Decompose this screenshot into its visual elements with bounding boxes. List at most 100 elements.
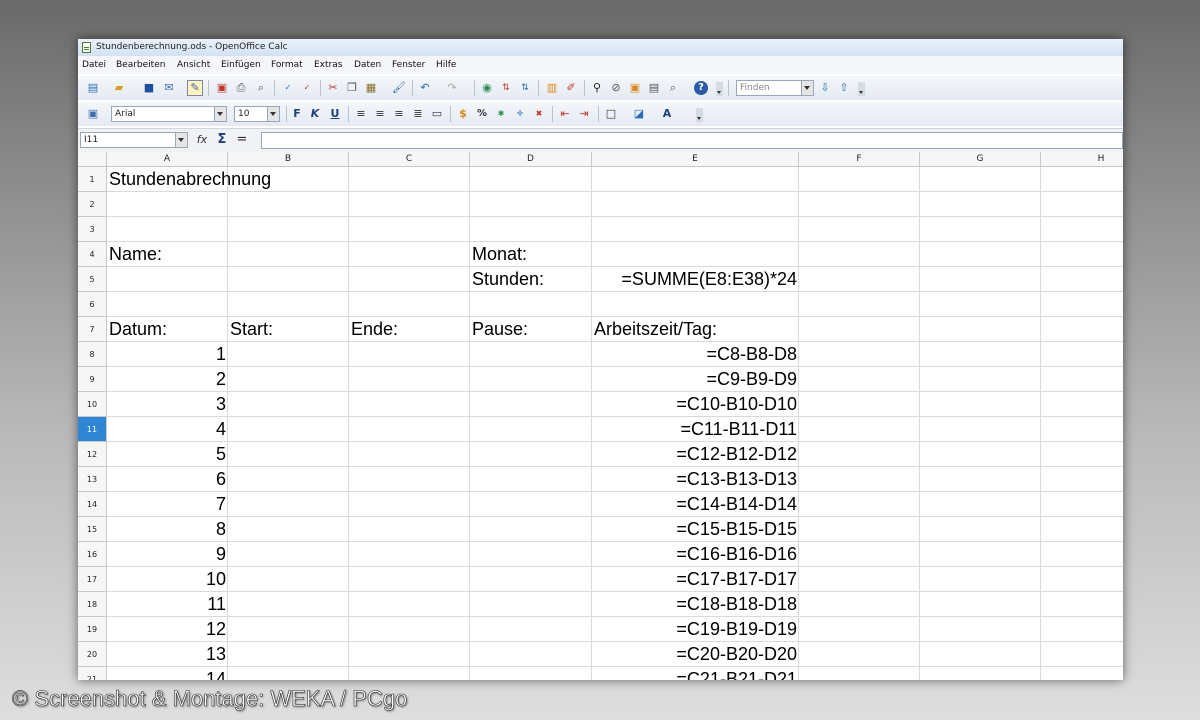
cell-datum[interactable]: 1 xyxy=(107,342,228,367)
cell-arbeitszeit[interactable]: =C13-B13-D13 xyxy=(592,467,799,492)
underline-button[interactable]: U xyxy=(328,107,342,121)
decrease-indent-icon[interactable]: ⇤ xyxy=(558,107,572,121)
name-box-dropdown-icon[interactable] xyxy=(175,133,187,147)
cell-datum[interactable]: 9 xyxy=(107,542,228,567)
edit-mode-icon[interactable]: ✎ xyxy=(187,80,203,96)
select-all-corner[interactable] xyxy=(78,152,107,167)
column-header-c[interactable]: C xyxy=(349,152,470,167)
cell-e5[interactable]: =SUMME(E8:E38)*24 xyxy=(592,267,799,292)
add-decimal-icon[interactable]: ✛ xyxy=(513,107,527,121)
spellcheck-icon[interactable]: ✓ xyxy=(281,81,295,95)
find-input[interactable]: Finden xyxy=(736,80,814,96)
print-icon[interactable]: ⎙ xyxy=(234,81,248,95)
copy-icon[interactable]: ❐ xyxy=(345,81,359,95)
row-header[interactable]: 2 xyxy=(78,192,107,217)
styles-formatting-icon[interactable]: ▣ xyxy=(86,107,100,121)
cell-datum[interactable]: 8 xyxy=(107,517,228,542)
function-icon[interactable]: = xyxy=(235,133,249,147)
open-folder-icon[interactable]: ▰ xyxy=(112,81,126,95)
row-header[interactable]: 3 xyxy=(78,217,107,242)
auto-spellcheck-icon[interactable]: ✓ xyxy=(300,81,314,95)
column-header-d[interactable]: D xyxy=(470,152,592,167)
column-header-b[interactable]: B xyxy=(228,152,349,167)
cell-c7[interactable]: Ende: xyxy=(349,317,398,342)
menu-format[interactable]: Format xyxy=(271,56,303,74)
italic-button[interactable]: K xyxy=(308,107,322,121)
cell-arbeitszeit[interactable]: =C8-B8-D8 xyxy=(592,342,799,367)
menu-fenster[interactable]: Fenster xyxy=(392,56,425,74)
row-header[interactable]: 7 xyxy=(78,317,107,342)
cell-arbeitszeit[interactable]: =C9-B9-D9 xyxy=(592,367,799,392)
cell-d7[interactable]: Pause: xyxy=(470,317,528,342)
row-header[interactable]: 21 xyxy=(78,667,107,680)
row-header[interactable]: 1 xyxy=(78,167,107,192)
toolbar-overflow-icon[interactable] xyxy=(716,82,723,96)
cell-datum[interactable]: 6 xyxy=(107,467,228,492)
cell-arbeitszeit[interactable]: =C11-B11-D11 xyxy=(592,417,799,442)
data-sources-icon[interactable]: ▤ xyxy=(647,81,661,95)
cell-arbeitszeit[interactable]: =C15-B15-D15 xyxy=(592,517,799,542)
row-header[interactable]: 4 xyxy=(78,242,107,267)
percent-format-button[interactable]: % xyxy=(475,107,489,121)
cell-e7[interactable]: Arbeitszeit/Tag: xyxy=(592,317,717,342)
cell-datum[interactable]: 13 xyxy=(107,642,228,667)
row-header[interactable]: 17 xyxy=(78,567,107,592)
menu-einfuegen[interactable]: Einfügen xyxy=(221,56,261,74)
cell-datum[interactable]: 2 xyxy=(107,367,228,392)
find-next-icon[interactable]: ⇩ xyxy=(818,81,832,95)
cut-icon[interactable]: ✂ xyxy=(326,81,340,95)
background-color-icon[interactable]: ◪ xyxy=(632,107,646,121)
paste-icon[interactable]: ▦ xyxy=(364,81,378,95)
row-header[interactable]: 15 xyxy=(78,517,107,542)
standard-number-format-icon[interactable]: ✱ xyxy=(494,107,508,121)
cell-arbeitszeit[interactable]: =C21-B21-D21 xyxy=(592,667,799,680)
row-header[interactable]: 11 xyxy=(78,417,107,442)
merge-cells-icon[interactable]: ▭ xyxy=(430,107,444,121)
row-header[interactable]: 19 xyxy=(78,617,107,642)
align-center-icon[interactable]: ≡ xyxy=(373,107,387,121)
menu-datei[interactable]: Datei xyxy=(82,56,106,74)
cell-a7[interactable]: Datum: xyxy=(107,317,167,342)
redo-icon[interactable]: ↷ xyxy=(445,81,459,95)
cell-arbeitszeit[interactable]: =C12-B12-D12 xyxy=(592,442,799,467)
chart-icon[interactable]: ▥ xyxy=(545,81,559,95)
save-icon[interactable]: ■ xyxy=(142,81,156,95)
menu-daten[interactable]: Daten xyxy=(354,56,381,74)
cell-datum[interactable]: 3 xyxy=(107,392,228,417)
sort-ascending-icon[interactable]: ⇅ xyxy=(499,81,513,95)
sort-descending-icon[interactable]: ⇅ xyxy=(518,81,532,95)
row-header[interactable]: 18 xyxy=(78,592,107,617)
cell-arbeitszeit[interactable]: =C20-B20-D20 xyxy=(592,642,799,667)
align-right-icon[interactable]: ≡ xyxy=(392,107,406,121)
justify-icon[interactable]: ≣ xyxy=(411,107,425,121)
find-previous-icon[interactable]: ⇧ xyxy=(837,81,851,95)
cell-a4[interactable]: Name: xyxy=(107,242,162,267)
row-header[interactable]: 9 xyxy=(78,367,107,392)
cell-datum[interactable]: 12 xyxy=(107,617,228,642)
borders-icon[interactable]: □ xyxy=(604,107,618,121)
row-header[interactable]: 16 xyxy=(78,542,107,567)
row-header[interactable]: 12 xyxy=(78,442,107,467)
help-icon[interactable]: ? xyxy=(694,81,708,95)
cell-datum[interactable]: 11 xyxy=(107,592,228,617)
email-icon[interactable]: ✉ xyxy=(162,81,176,95)
cell-arbeitszeit[interactable]: =C16-B16-D16 xyxy=(592,542,799,567)
show-draw-functions-icon[interactable]: ✐ xyxy=(564,81,578,95)
column-header-g[interactable]: G xyxy=(920,152,1041,167)
font-name-dropdown-icon[interactable] xyxy=(214,107,226,121)
navigator-icon[interactable]: ⊘ xyxy=(609,81,623,95)
cell-arbeitszeit[interactable]: =C14-B14-D14 xyxy=(592,492,799,517)
cell-d5[interactable]: Stunden: xyxy=(470,267,544,292)
column-header-f[interactable]: F xyxy=(799,152,920,167)
hyperlink-icon[interactable]: ◉ xyxy=(480,81,494,95)
new-document-icon[interactable]: ▤ xyxy=(86,81,100,95)
cell-arbeitszeit[interactable]: =C19-B19-D19 xyxy=(592,617,799,642)
row-header[interactable]: 8 xyxy=(78,342,107,367)
currency-format-icon[interactable]: $ xyxy=(456,107,470,121)
row-header[interactable]: 5 xyxy=(78,267,107,292)
find-toolbar-overflow-icon[interactable] xyxy=(858,82,865,96)
cell-datum[interactable]: 4 xyxy=(107,417,228,442)
format-toolbar-overflow-icon[interactable] xyxy=(696,108,703,122)
cell-b7[interactable]: Start: xyxy=(228,317,273,342)
row-header[interactable]: 6 xyxy=(78,292,107,317)
